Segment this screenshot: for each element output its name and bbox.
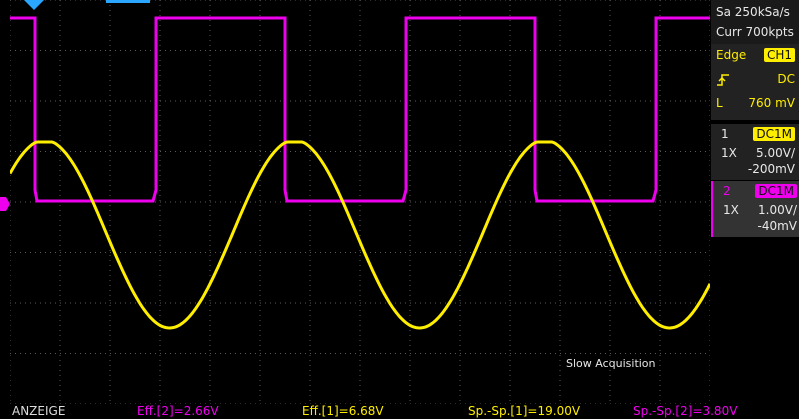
trigger-level-label: L [716, 96, 723, 110]
waveform-display [10, 0, 710, 404]
memory-depth: Curr 700kpts [716, 25, 794, 39]
acquisition-status: Slow Acquisition [566, 357, 656, 370]
top-status-strip [106, 0, 150, 3]
ch2-offset: -40mV [757, 219, 798, 233]
measurement-pkpk-ch2: Sp.-Sp.[2]=3.80V [633, 404, 738, 418]
ch1-offset: -200mV [747, 162, 795, 176]
sample-rate: Sa 250kSa/s [716, 5, 790, 19]
ch2-panel[interactable]: 2 DC1M 1X 1.00V/ -40mV [711, 181, 799, 237]
ch2-coupling: DC1M [755, 184, 797, 198]
ch2-probe: 1X [723, 203, 739, 217]
measurement-rms-ch2: Eff.[2]=2.66V [137, 404, 219, 418]
ch1-number: 1 [721, 127, 729, 141]
ch2-ground-marker-icon[interactable] [0, 197, 10, 211]
measurement-rms-ch1: Eff.[1]=6.68V [302, 404, 384, 418]
ch1-coupling: DC1M [753, 127, 795, 141]
bottom-bar: ANZEIGE Eff.[2]=2.66V Eff.[1]=6.68V Sp.-… [0, 404, 799, 419]
ch1-panel[interactable]: 1 DC1M 1X 5.00V/ -200mV [711, 124, 799, 180]
trigger-panel[interactable]: Edge CH1 DC L 760 mV [711, 44, 799, 120]
trigger-source: CH1 [763, 48, 795, 62]
oscilloscope-screen: Sa 250kSa/s Curr 700kpts Edge CH1 DC L 7… [0, 0, 799, 419]
ch1-probe: 1X [721, 146, 737, 160]
menu-label[interactable]: ANZEIGE [12, 404, 65, 418]
ch2-volts-div: 1.00V/ [758, 203, 797, 217]
measurement-pkpk-ch1: Sp.-Sp.[1]=19.00V [468, 404, 581, 418]
trigger-coupling: DC [777, 72, 795, 86]
trigger-mode: Edge [716, 48, 747, 62]
rising-edge-icon [717, 74, 729, 86]
ch1-volts-div: 5.00V/ [756, 146, 795, 160]
trigger-level: 760 mV [748, 96, 795, 110]
acquisition-panel[interactable]: Sa 250kSa/s Curr 700kpts [711, 0, 799, 44]
ch2-number: 2 [723, 184, 731, 198]
